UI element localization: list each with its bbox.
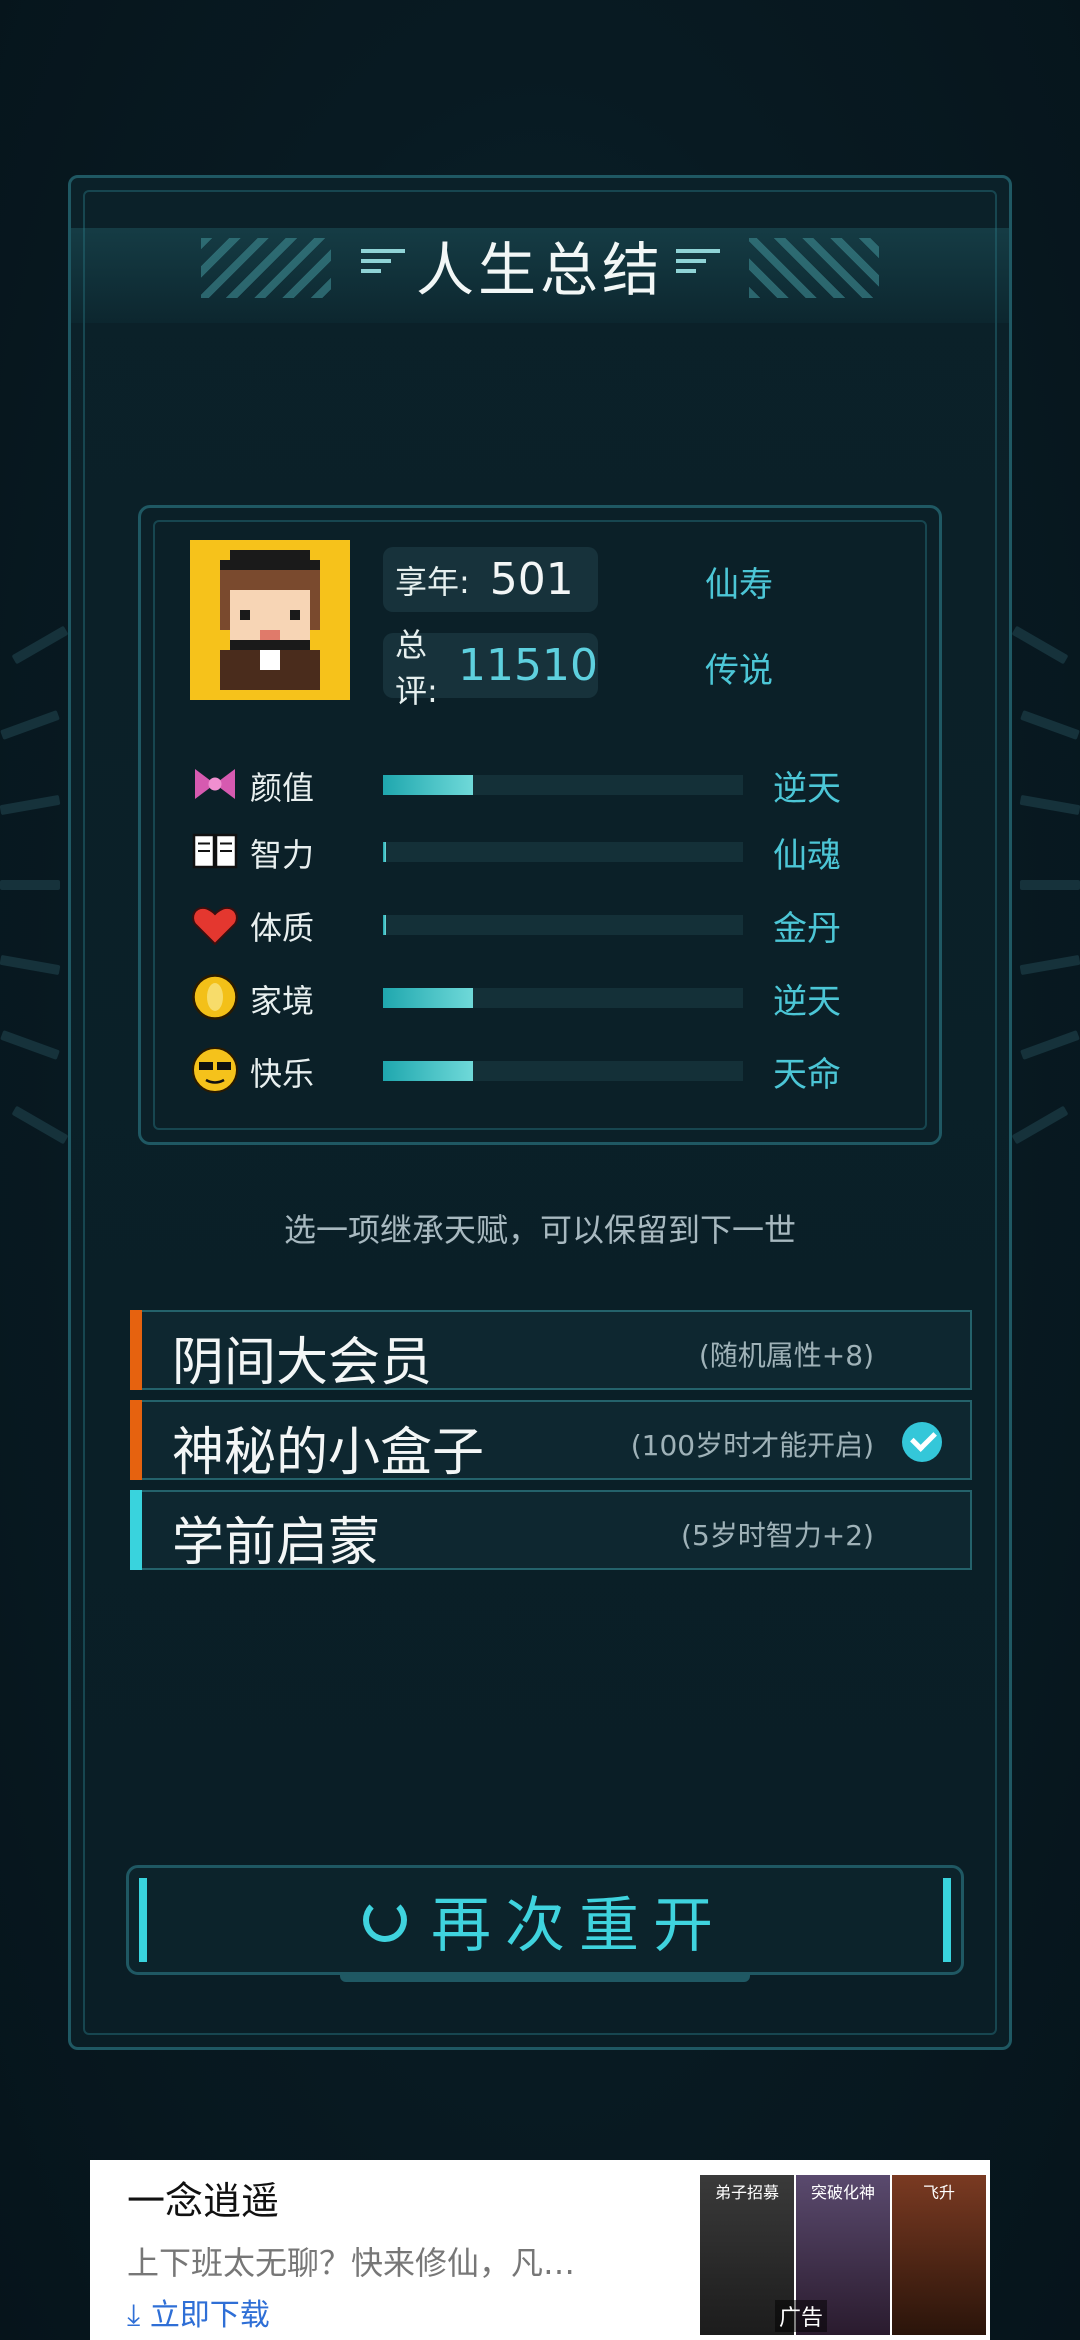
inherit-hint: 选一项继承天赋，可以保留到下一世 [283,1211,796,1249]
sunglasses-face-icon [190,1045,240,1095]
stat-row: 智力 仙魂 [190,824,870,878]
age-chip: 享年: 501 [383,547,598,612]
talent-description: (随机属性+8) [698,1339,874,1372]
talent-option[interactable]: 神秘的小盒子 (100岁时才能开启) [130,1400,972,1483]
heart-icon [190,899,240,949]
stat-row: 颜值 逆天 [190,757,870,811]
score-chip: 总评: 11510 [383,626,598,710]
stat-name: 家境 [250,982,315,1020]
download-icon: ⤓ [127,2298,141,2333]
ad-tag: 广告 [775,2300,828,2332]
stat-bar [383,775,743,795]
player-avatar [190,540,350,700]
book-icon [190,826,240,876]
stat-grade: 金丹 [773,909,841,949]
page-title: 人生总结 [415,236,664,304]
restart-tab-decoration [340,1972,750,1982]
stat-name: 颜值 [250,769,315,807]
score-label: 总评: [395,625,438,710]
stat-bar [383,988,743,1008]
stat-grade: 天命 [773,1055,841,1095]
talent-name: 学前启蒙 [172,1513,381,1573]
stat-grade: 仙魂 [773,836,841,876]
stat-row: 家境 逆天 [190,970,870,1024]
stat-row: 体质 金丹 [190,897,870,951]
stat-name: 快乐 [250,1055,315,1093]
stat-name: 体质 [250,909,315,947]
stat-bar [383,842,743,862]
age-rank: 仙寿 [705,565,773,605]
talent-name: 阴间大会员 [172,1333,433,1393]
selected-check-icon [902,1422,942,1462]
talent-option[interactable]: 学前启蒙 (5岁时智力+2) [130,1490,972,1573]
ad-banner[interactable]: 一念逍遥 上下班太无聊？快来修仙，凡… ⤓ 立即下载 弟子招募 突破化神 飞升 … [90,2160,990,2340]
restart-label: 再次重开 [431,1890,727,1961]
stat-bar [383,915,743,935]
age-label: 享年: [395,562,470,601]
ad-thumbnail-2-label: 突破化神 [810,2183,875,2202]
coin-icon [190,972,240,1022]
score-value: 11510 [458,640,598,691]
talent-option[interactable]: 阴间大会员 (随机属性+8) [130,1310,972,1393]
stat-name: 智力 [250,836,315,874]
ad-download-link[interactable]: ⤓ 立即下载 [127,2290,270,2334]
right-rays-decoration [1000,600,1080,1500]
bow-icon [190,759,240,809]
stat-grade: 逆天 [773,769,841,809]
refresh-icon [363,1898,407,1942]
talent-name: 神秘的小盒子 [172,1423,485,1483]
talent-description: (5岁时智力+2) [681,1519,874,1552]
ad-thumbnail-3: 飞升 [892,2175,986,2335]
age-value: 501 [489,554,574,605]
ad-title: 一念逍遥 [127,2179,280,2223]
talent-description: (100岁时才能开启) [630,1429,874,1462]
score-rank: 传说 [705,651,773,691]
restart-button[interactable]: 再次重开 [126,1865,964,1975]
stat-bar [383,1061,743,1081]
ad-thumbnail-3-label: 飞升 [922,2183,955,2202]
ad-description: 上下班太无聊？快来修仙，凡… [127,2244,576,2282]
stat-row: 快乐 天命 [190,1043,870,1097]
ad-thumbnail-1-label: 弟子招募 [714,2183,779,2202]
stat-grade: 逆天 [773,982,841,1022]
